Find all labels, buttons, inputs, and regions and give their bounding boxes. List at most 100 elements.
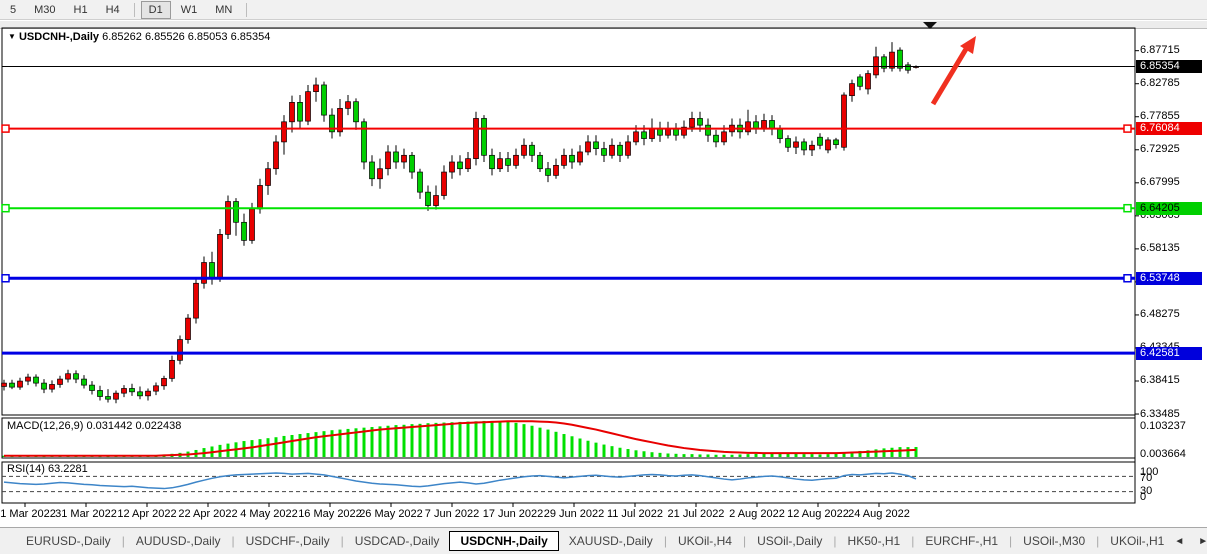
collapse-indicator-icon[interactable]: ▼ — [8, 32, 16, 41]
candle-body — [178, 340, 183, 361]
macd-histogram-bar — [547, 430, 550, 457]
symbol-tab-audusd[interactable]: AUDUSD-,Daily — [126, 531, 231, 551]
macd-histogram-bar — [611, 446, 614, 457]
tab-scroll-nav: ◄► — [1174, 536, 1207, 547]
macd-histogram-bar — [219, 445, 222, 457]
macd-histogram-bar — [667, 453, 670, 457]
candle-body — [866, 74, 871, 89]
candle-body — [850, 84, 855, 96]
timeframe-button-mn[interactable]: MN — [207, 1, 240, 19]
candle-body — [914, 67, 919, 68]
macd-histogram-bar — [339, 430, 342, 457]
candle-body — [490, 155, 495, 168]
timeframe-button-d1[interactable]: D1 — [141, 1, 171, 19]
macd-histogram-bar — [723, 455, 726, 457]
macd-histogram-bar — [715, 455, 718, 457]
timeframe-button-h4[interactable]: H4 — [98, 1, 128, 19]
macd-histogram-bar — [763, 453, 766, 457]
macd-histogram-bar — [395, 425, 398, 457]
tab-scroll-left-icon[interactable]: ◄ — [1174, 536, 1184, 547]
timeframe-button-w1[interactable]: W1 — [173, 1, 206, 19]
candle-body — [402, 155, 407, 162]
macd-histogram-bar — [291, 435, 294, 457]
timeframe-button-5[interactable]: 5 — [2, 1, 24, 19]
candle-body — [98, 390, 103, 396]
y-axis-tick-label: 6.58135 — [1140, 242, 1180, 254]
timeframe-button-h1[interactable]: H1 — [66, 1, 96, 19]
symbol-tab-eurusd[interactable]: EURUSD-,Daily — [16, 531, 121, 551]
x-axis-date-label: 11 Jul 2022 — [593, 508, 677, 520]
macd-histogram-bar — [275, 437, 278, 457]
tab-scroll-right-icon[interactable]: ► — [1198, 536, 1207, 547]
x-axis-date-label: 21 Jul 2022 — [654, 508, 738, 520]
candle-body — [858, 77, 863, 86]
macd-histogram-bar — [187, 452, 190, 457]
candle-body — [434, 196, 439, 206]
rsi-axis-tick-label: 30 — [1140, 485, 1152, 497]
macd-histogram-bar — [3, 456, 6, 457]
symbol-tab-ukoil[interactable]: UKOil-,H1 — [1100, 531, 1174, 551]
macd-histogram-bar — [539, 428, 542, 457]
candle-body — [538, 155, 543, 168]
macd-histogram-bar — [139, 456, 142, 457]
candle-body — [170, 360, 175, 378]
macd-histogram-bar — [499, 421, 502, 457]
symbol-tab-xauusd[interactable]: XAUUSD-,Daily — [559, 531, 663, 551]
macd-histogram-bar — [67, 455, 70, 457]
candle-body — [650, 129, 655, 139]
symbol-tab-ukoil[interactable]: UKOil-,H4 — [668, 531, 742, 551]
symbol-tab-usoil[interactable]: USOil-,Daily — [747, 531, 832, 551]
candle-body — [90, 385, 95, 390]
main-panel-frame — [2, 28, 1135, 415]
macd-histogram-bar — [411, 424, 414, 457]
candle-body — [690, 118, 695, 127]
macd-histogram-bar — [803, 454, 806, 457]
symbol-tab-usdcad[interactable]: USDCAD-,Daily — [345, 531, 450, 551]
macd-histogram-bar — [179, 453, 182, 457]
candle-body — [594, 142, 599, 149]
candle-body — [386, 152, 391, 169]
macd-histogram-bar — [659, 453, 662, 457]
symbol-tab-usdchf[interactable]: USDCHF-,Daily — [236, 531, 340, 551]
candle-body — [514, 155, 519, 165]
macd-histogram-bar — [827, 454, 830, 457]
candle-body — [794, 142, 799, 147]
chart-title-row: ▼ USDCNH-,Daily 6.85262 6.85526 6.85053 … — [8, 31, 270, 43]
candle-body — [802, 142, 807, 150]
macd-histogram-bar — [739, 454, 742, 457]
candle-body — [138, 392, 143, 396]
timeframe-button-m30[interactable]: M30 — [26, 1, 63, 19]
symbol-tab-eurchf[interactable]: EURCHF-,H1 — [915, 531, 1008, 551]
macd-histogram-bar — [451, 422, 454, 457]
macd-histogram-bar — [859, 451, 862, 457]
candle-body — [394, 152, 399, 162]
macd-histogram-bar — [579, 438, 582, 457]
candle-body — [906, 65, 911, 70]
level-line-handle — [2, 125, 9, 132]
tab-separator: | — [743, 534, 746, 548]
symbol-tab-hk50[interactable]: HK50-,H1 — [838, 531, 911, 551]
candle-body — [106, 397, 111, 400]
tab-separator: | — [232, 534, 235, 548]
y-axis-tick-label: 6.82785 — [1140, 77, 1180, 89]
level-line-handle — [1124, 125, 1131, 132]
candle-body — [762, 120, 767, 128]
rsi-line — [4, 473, 916, 489]
chart-title: USDCNH-,Daily — [19, 31, 99, 43]
candle-body — [322, 85, 327, 115]
macd-histogram-bar — [51, 456, 54, 457]
macd-histogram-bar — [331, 430, 334, 457]
macd-signal-line — [4, 421, 916, 455]
candle-body — [874, 57, 879, 75]
candle-body — [562, 155, 567, 165]
macd-histogram-bar — [835, 454, 838, 457]
macd-histogram-bar — [915, 447, 918, 457]
macd-histogram-bar — [459, 422, 462, 457]
symbol-tab-usoil[interactable]: USOil-,M30 — [1013, 531, 1095, 551]
price-level-tag: 6.76084 — [1136, 122, 1202, 135]
macd-histogram-bar — [355, 428, 358, 457]
level-line-handle — [2, 275, 9, 282]
candle-body — [122, 388, 127, 393]
symbol-tab-usdcnh[interactable]: USDCNH-,Daily — [449, 531, 558, 551]
candle-body — [506, 159, 511, 166]
